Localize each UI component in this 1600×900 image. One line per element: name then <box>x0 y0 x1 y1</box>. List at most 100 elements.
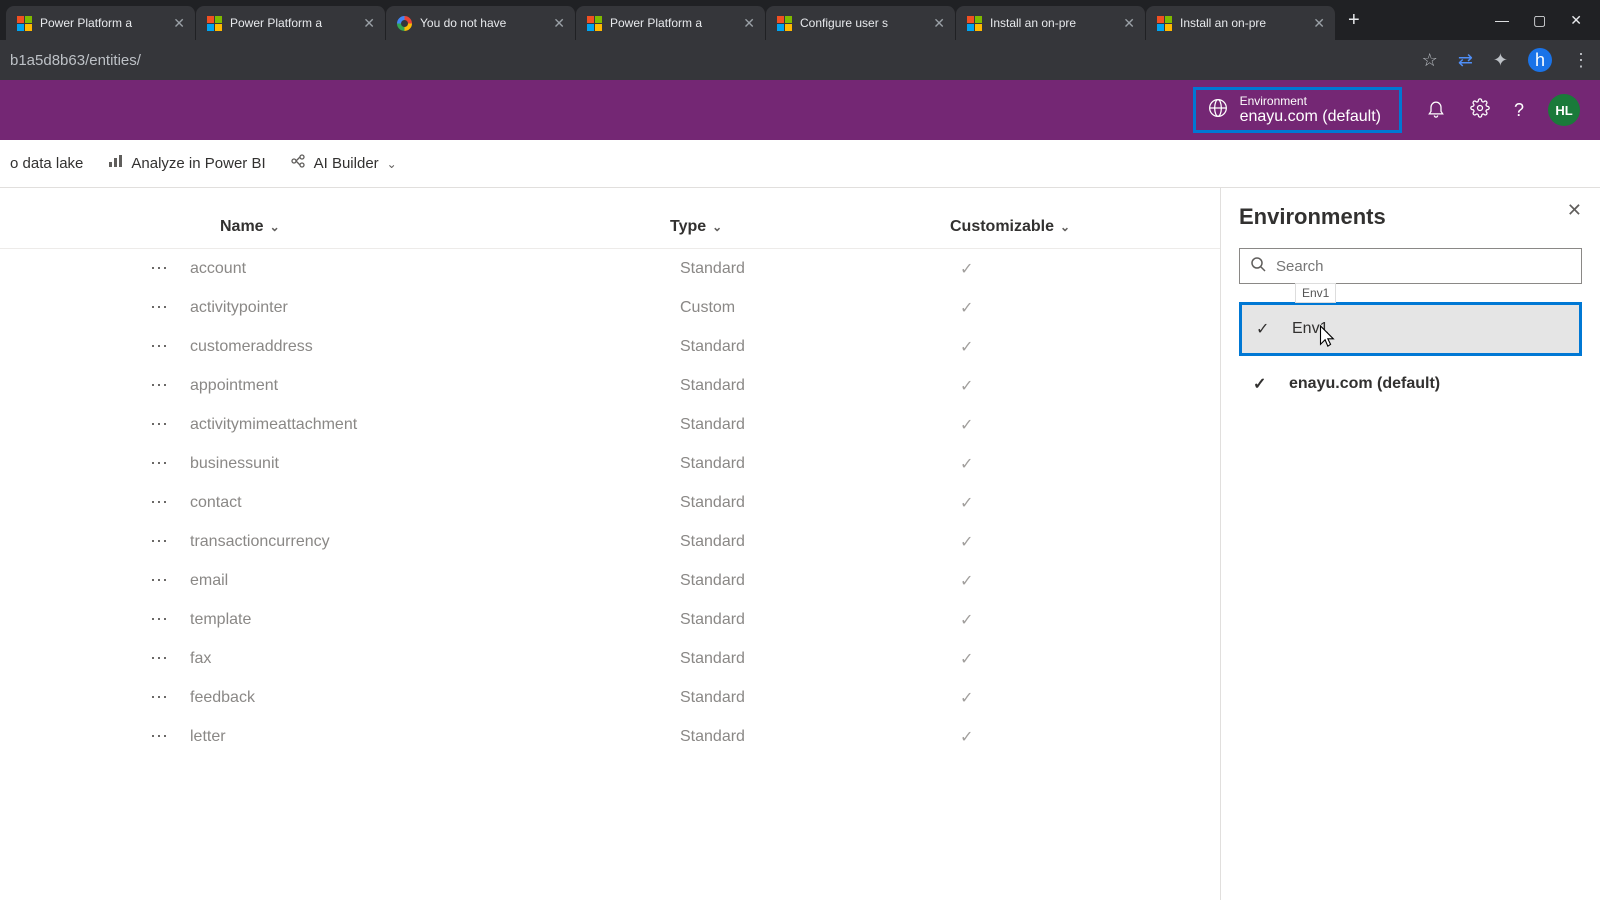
command-bar: o data lake Analyze in Power BI AI Build… <box>0 140 1600 188</box>
more-icon[interactable]: ⋯ <box>150 336 190 357</box>
close-icon[interactable]: ✕ <box>1123 15 1135 32</box>
cell-type: Standard <box>680 650 960 668</box>
environment-label: Environment <box>1240 94 1381 108</box>
help-icon[interactable]: ? <box>1514 100 1524 121</box>
new-tab-button[interactable]: + <box>1336 9 1372 32</box>
cell-name: activitypointer <box>190 299 680 317</box>
close-icon[interactable]: ✕ <box>553 15 565 32</box>
browser-tab[interactable]: Install an on-pre ✕ <box>1146 6 1336 40</box>
more-icon[interactable]: ⋯ <box>150 648 190 669</box>
chart-icon <box>107 153 123 174</box>
more-icon[interactable]: ⋯ <box>150 492 190 513</box>
environment-item-default[interactable]: ✓ enayu.com (default) <box>1239 360 1582 408</box>
extensions-icon[interactable]: ✦ <box>1493 50 1508 71</box>
cmd-ai-builder[interactable]: AI Builder ⌄ <box>290 153 397 174</box>
gear-icon[interactable] <box>1470 98 1490 123</box>
cell-type: Standard <box>680 377 960 395</box>
globe-icon <box>1208 98 1228 123</box>
table-row[interactable]: ⋯activitypointerCustom✓ <box>0 288 1220 327</box>
bell-icon[interactable] <box>1426 98 1446 123</box>
browser-profile[interactable]: h <box>1528 48 1552 72</box>
table-row[interactable]: ⋯contactStandard✓ <box>0 483 1220 522</box>
panel-title: Environments <box>1239 204 1582 230</box>
cell-customizable: ✓ <box>960 376 1160 396</box>
extension-icon[interactable]: ⇄ <box>1458 50 1473 71</box>
cell-type: Standard <box>680 494 960 512</box>
environment-name: enayu.com (default) <box>1289 375 1440 393</box>
maximize-icon[interactable]: ▢ <box>1533 12 1546 29</box>
more-icon[interactable]: ⋯ <box>150 531 190 552</box>
cell-customizable: ✓ <box>960 688 1160 708</box>
table-row[interactable]: ⋯accountStandard✓ <box>0 249 1220 288</box>
search-input[interactable] <box>1276 258 1571 275</box>
table-row[interactable]: ⋯appointmentStandard✓ <box>0 366 1220 405</box>
table-row[interactable]: ⋯faxStandard✓ <box>0 639 1220 678</box>
more-icon[interactable]: ⋯ <box>150 258 190 279</box>
table-row[interactable]: ⋯businessunitStandard✓ <box>0 444 1220 483</box>
more-icon[interactable]: ⋯ <box>150 297 190 318</box>
cell-type: Standard <box>680 260 960 278</box>
main: Name ⌄ Type ⌄ Customizable ⌄ ⋯accountSta… <box>0 188 1600 900</box>
environment-search[interactable]: Env1 <box>1239 248 1582 284</box>
cell-customizable: ✓ <box>960 298 1160 318</box>
table-row[interactable]: ⋯templateStandard✓ <box>0 600 1220 639</box>
close-window-icon[interactable]: ✕ <box>1570 12 1582 29</box>
environment-picker[interactable]: Environment enayu.com (default) <box>1193 87 1402 133</box>
favicon-ms <box>966 15 982 31</box>
more-icon[interactable]: ⋯ <box>150 375 190 396</box>
browser-tab[interactable]: Install an on-pre ✕ <box>956 6 1146 40</box>
cell-type: Standard <box>680 455 960 473</box>
cell-name: transactioncurrency <box>190 533 680 551</box>
cmd-label: o data lake <box>10 155 83 172</box>
browser-url-bar[interactable]: b1a5d8b63/entities/ ☆ ⇄ ✦ h ⋮ <box>0 40 1600 80</box>
minimize-icon[interactable]: — <box>1495 12 1509 29</box>
cell-type: Custom <box>680 299 960 317</box>
browser-menu-icon[interactable]: ⋮ <box>1572 50 1590 71</box>
cell-type: Standard <box>680 728 960 746</box>
browser-tab[interactable]: You do not have ✕ <box>386 6 576 40</box>
cmd-data-lake[interactable]: o data lake <box>10 155 83 172</box>
cmd-label: Analyze in Power BI <box>131 155 265 172</box>
column-header-type[interactable]: Type ⌄ <box>670 218 950 236</box>
cell-type: Standard <box>680 416 960 434</box>
cell-type: Standard <box>680 611 960 629</box>
close-icon[interactable]: ✕ <box>743 15 755 32</box>
close-icon[interactable]: ✕ <box>173 15 185 32</box>
more-icon[interactable]: ⋯ <box>150 687 190 708</box>
favicon-ms <box>1156 15 1172 31</box>
table-row[interactable]: ⋯transactioncurrencyStandard✓ <box>0 522 1220 561</box>
close-icon[interactable]: ✕ <box>933 15 945 32</box>
favicon-ms <box>16 15 32 31</box>
table-row[interactable]: ⋯emailStandard✓ <box>0 561 1220 600</box>
tab-title: Power Platform a <box>610 16 735 30</box>
star-icon[interactable]: ☆ <box>1422 50 1438 71</box>
cell-type: Standard <box>680 572 960 590</box>
cell-name: customeraddress <box>190 338 680 356</box>
cell-name: activitymimeattachment <box>190 416 680 434</box>
tab-title: Power Platform a <box>40 16 165 30</box>
table-row[interactable]: ⋯activitymimeattachmentStandard✓ <box>0 405 1220 444</box>
check-icon: ✓ <box>1253 374 1271 394</box>
more-icon[interactable]: ⋯ <box>150 570 190 591</box>
tab-title: Install an on-pre <box>990 16 1115 30</box>
browser-tab[interactable]: Power Platform a ✕ <box>196 6 386 40</box>
close-icon[interactable]: ✕ <box>1313 15 1325 32</box>
avatar[interactable]: HL <box>1548 94 1580 126</box>
table-row[interactable]: ⋯feedbackStandard✓ <box>0 678 1220 717</box>
column-header-customizable[interactable]: Customizable ⌄ <box>950 218 1150 236</box>
more-icon[interactable]: ⋯ <box>150 609 190 630</box>
column-header-name[interactable]: Name ⌄ <box>150 218 670 236</box>
more-icon[interactable]: ⋯ <box>150 453 190 474</box>
table-row[interactable]: ⋯letterStandard✓ <box>0 717 1220 756</box>
tab-title: Configure user s <box>800 16 925 30</box>
more-icon[interactable]: ⋯ <box>150 726 190 747</box>
close-icon[interactable]: ✕ <box>1567 200 1582 221</box>
cmd-analyze-power-bi[interactable]: Analyze in Power BI <box>107 153 265 174</box>
environment-item-env1[interactable]: ✓ Env1 <box>1239 302 1582 356</box>
close-icon[interactable]: ✕ <box>363 15 375 32</box>
browser-tab[interactable]: Power Platform a ✕ <box>576 6 766 40</box>
browser-tab[interactable]: Configure user s ✕ <box>766 6 956 40</box>
browser-tab[interactable]: Power Platform a ✕ <box>6 6 196 40</box>
table-row[interactable]: ⋯customeraddressStandard✓ <box>0 327 1220 366</box>
more-icon[interactable]: ⋯ <box>150 414 190 435</box>
